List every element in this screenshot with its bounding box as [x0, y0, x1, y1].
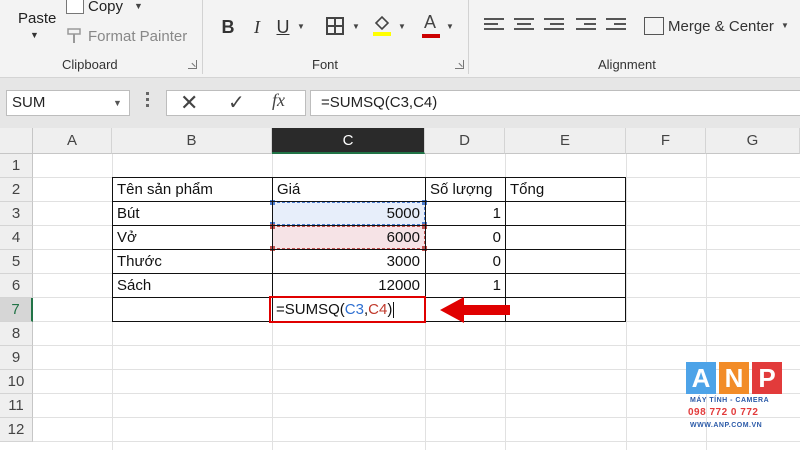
cell-formula-editor[interactable]: =SUMSQ(C3,C4) — [276, 298, 395, 322]
column-header[interactable]: D — [425, 128, 505, 154]
price-cell[interactable]: 12000 — [273, 274, 424, 298]
gridline — [33, 369, 800, 370]
row-header[interactable]: 2 — [0, 178, 33, 202]
format-painter-icon — [67, 28, 81, 43]
underline-button[interactable]: U — [273, 14, 293, 40]
clipboard-group-label: Clipboard — [62, 57, 118, 72]
resize-handle-icon[interactable] — [146, 92, 150, 112]
gridline — [33, 393, 800, 394]
row-header[interactable]: 3 — [0, 202, 33, 226]
column-header[interactable]: B — [112, 128, 272, 154]
product-name-cell[interactable]: Bút — [113, 202, 271, 226]
font-color-button[interactable]: A — [424, 12, 436, 33]
formula-ref-c3: C3 — [344, 301, 364, 318]
gridline — [626, 154, 627, 450]
font-color-swatch — [422, 34, 440, 38]
alignment-group-label: Alignment — [598, 57, 656, 72]
table-header-cell[interactable]: Số lượng — [426, 178, 505, 202]
gridline — [33, 417, 800, 418]
underline-dropdown-icon[interactable]: ▼ — [297, 22, 305, 31]
insert-function-button[interactable]: fx — [272, 90, 285, 111]
copy-icon — [66, 0, 84, 14]
row-header[interactable]: 8 — [0, 322, 33, 346]
formula-input[interactable]: =SUMSQ(C3,C4) — [310, 90, 800, 116]
price-cell[interactable]: 6000 — [273, 226, 424, 250]
anp-logo: A N P MÁY TÍNH - CAMERA 098 772 0 772 WW… — [686, 362, 784, 436]
table-header-cell[interactable]: Tổng — [506, 178, 625, 202]
logo-letter: N — [719, 362, 749, 394]
price-cell[interactable]: 5000 — [273, 202, 424, 226]
column-header[interactable]: E — [505, 128, 626, 154]
column-header[interactable]: G — [706, 128, 800, 154]
copy-button[interactable]: Copy — [88, 0, 123, 15]
format-painter-button[interactable]: Format Painter — [88, 28, 187, 45]
font-launcher-icon[interactable] — [455, 60, 464, 69]
column-header[interactable]: F — [626, 128, 706, 154]
increase-indent-icon[interactable] — [606, 18, 626, 34]
quantity-cell[interactable]: 1 — [426, 202, 505, 226]
merge-center-button[interactable]: Merge & Center — [668, 18, 774, 35]
font-color-dropdown-icon[interactable]: ▼ — [446, 22, 454, 31]
group-divider — [468, 0, 469, 74]
decrease-indent-icon[interactable] — [576, 18, 596, 34]
product-name-cell[interactable]: Vở — [113, 226, 271, 250]
align-right-icon[interactable] — [544, 18, 564, 34]
row-header[interactable]: 10 — [0, 370, 33, 394]
merge-center-icon[interactable] — [644, 17, 664, 35]
column-header[interactable]: A — [33, 128, 112, 154]
quantity-cell[interactable]: 0 — [426, 250, 505, 274]
formula-text: =SUMSQ( — [276, 301, 345, 318]
row-header[interactable]: 11 — [0, 394, 33, 418]
bold-button[interactable]: B — [218, 14, 238, 40]
row-header[interactable]: 9 — [0, 346, 33, 370]
name-box[interactable]: SUM — [6, 90, 130, 116]
select-all-corner[interactable] — [0, 128, 33, 154]
paste-button[interactable]: Paste — [18, 10, 56, 27]
clipboard-launcher-icon[interactable] — [188, 60, 197, 69]
fill-color-dropdown-icon[interactable]: ▼ — [398, 22, 406, 31]
pointer-arrow-icon — [440, 297, 510, 323]
row-header[interactable]: 1 — [0, 154, 33, 178]
row-header-active[interactable]: 7 — [0, 298, 33, 322]
table-header-cell[interactable]: Tên sản phẩm — [113, 178, 271, 202]
row-header[interactable]: 6 — [0, 274, 33, 298]
logo-letter: A — [686, 362, 716, 394]
logo-website: WWW.ANP.COM.VN — [690, 422, 763, 429]
formula-ref-c4: C4 — [368, 301, 388, 318]
logo-tagline: MÁY TÍNH - CAMERA — [690, 397, 770, 404]
column-header-active[interactable]: C — [272, 128, 425, 154]
borders-icon[interactable] — [326, 17, 344, 35]
product-name-cell[interactable]: Sách — [113, 274, 271, 298]
copy-dropdown-icon[interactable]: ▼ — [134, 1, 143, 11]
name-box-dropdown-icon[interactable]: ▼ — [113, 98, 122, 108]
quantity-cell[interactable]: 0 — [426, 226, 505, 250]
formula-text: ) — [387, 301, 393, 318]
borders-dropdown-icon[interactable]: ▼ — [352, 22, 360, 31]
italic-button[interactable]: I — [248, 14, 266, 40]
fill-color-icon[interactable] — [372, 14, 392, 36]
product-name-cell[interactable]: Thước — [113, 250, 271, 274]
text-cursor — [393, 302, 395, 319]
group-divider — [202, 0, 203, 74]
ribbon: Paste ▼ Copy ▼ Format Painter Clipboard … — [0, 0, 800, 78]
merge-dropdown-icon[interactable]: ▼ — [781, 21, 789, 30]
paste-dropdown-icon[interactable]: ▼ — [30, 30, 39, 40]
gridline — [33, 441, 800, 442]
align-left-icon[interactable] — [484, 18, 504, 34]
row-header[interactable]: 12 — [0, 418, 33, 442]
logo-phone: 098 772 0 772 — [688, 407, 759, 418]
row-header[interactable]: 4 — [0, 226, 33, 250]
table-header-cell[interactable]: Giá — [273, 178, 424, 202]
gridline — [33, 345, 800, 346]
price-cell[interactable]: 3000 — [273, 250, 424, 274]
enter-icon[interactable]: ✓ — [228, 90, 245, 115]
cancel-icon[interactable]: ✕ — [180, 90, 198, 116]
logo-letter: P — [752, 362, 782, 394]
row-header[interactable]: 5 — [0, 250, 33, 274]
align-center-icon[interactable] — [514, 18, 534, 34]
font-group-label: Font — [312, 57, 339, 72]
